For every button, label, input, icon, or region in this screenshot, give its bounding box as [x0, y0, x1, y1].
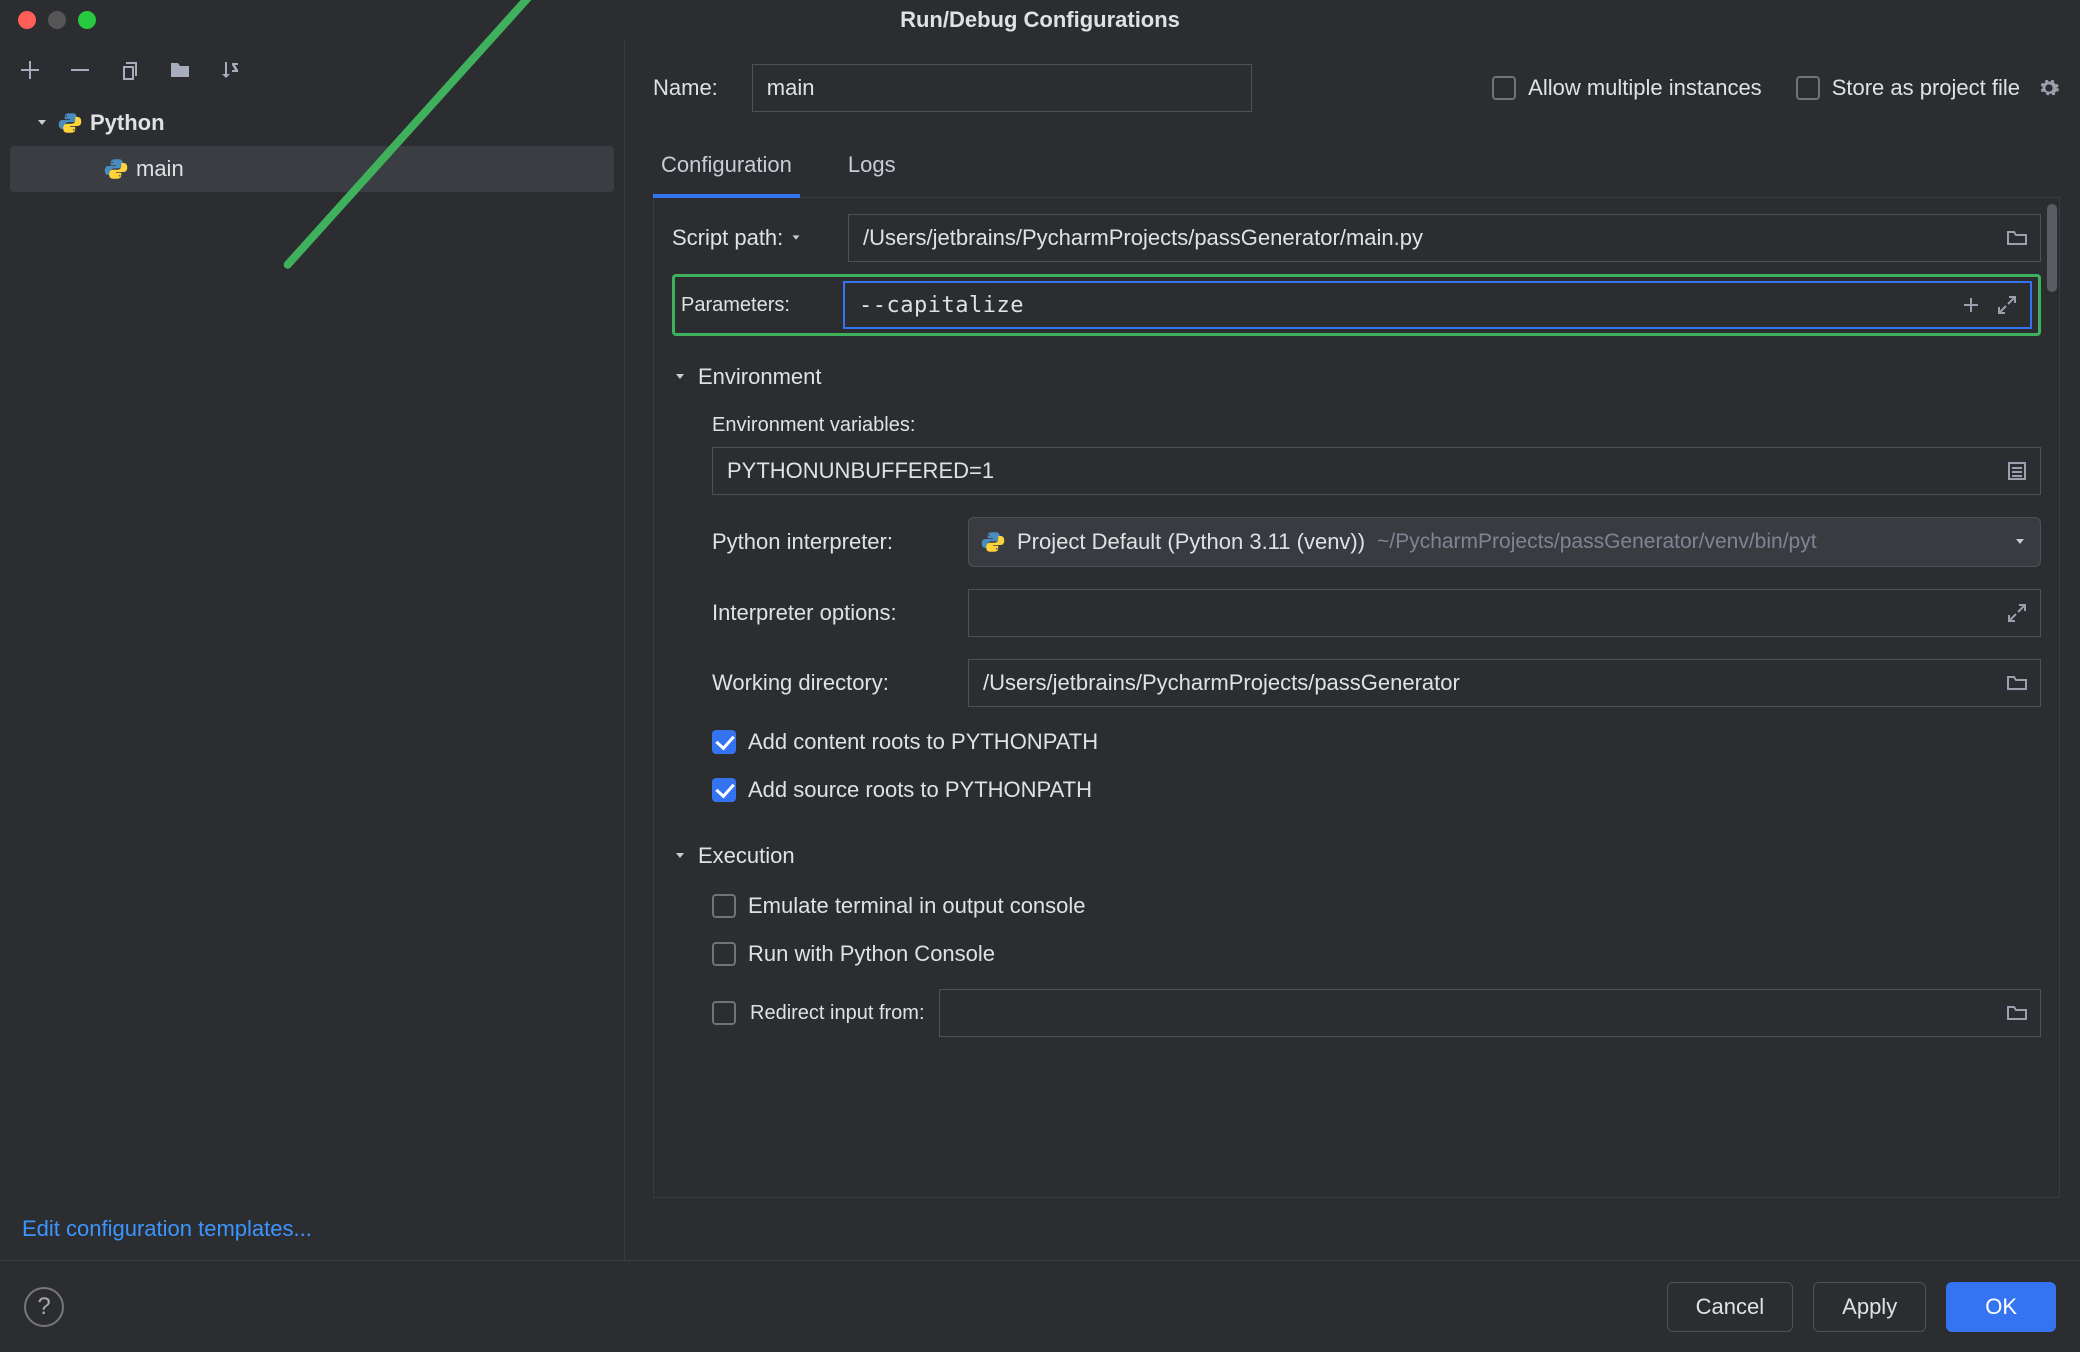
interp-options-input[interactable] [968, 589, 2041, 637]
expand-icon[interactable] [2004, 600, 2030, 626]
env-vars-label: Environment variables: [712, 414, 2041, 437]
tab-logs[interactable]: Logs [840, 138, 904, 197]
edit-templates-link[interactable]: Edit configuration templates... [0, 1206, 624, 1260]
chevron-down-icon [672, 369, 688, 385]
sidebar: Python main Edit configuration templates… [0, 40, 625, 1260]
tree-group-python[interactable]: Python [10, 100, 614, 146]
store-as-project-file-label: Store as project file [1832, 75, 2020, 101]
section-execution[interactable]: Execution [672, 843, 2041, 869]
configuration-panel: Script path: Parameters: [653, 198, 2060, 1198]
ok-button[interactable]: OK [1946, 1282, 2056, 1332]
allow-multiple-checkbox[interactable]: Allow multiple instances [1492, 75, 1762, 101]
plus-icon[interactable] [1958, 292, 1984, 318]
script-path-label: Script path: [672, 225, 783, 251]
working-dir-input[interactable] [968, 659, 2041, 707]
folder-icon[interactable] [2004, 225, 2030, 251]
folder-icon[interactable] [2004, 670, 2030, 696]
sidebar-toolbar [0, 50, 624, 100]
folder-icon[interactable] [2004, 1000, 2030, 1026]
tabs: Configuration Logs [653, 138, 2060, 198]
add-source-roots-label: Add source roots to PYTHONPATH [748, 777, 1092, 803]
emulate-terminal-checkbox[interactable]: Emulate terminal in output console [712, 893, 2041, 919]
chevron-down-icon[interactable] [789, 231, 803, 245]
python-icon [58, 111, 82, 135]
name-input[interactable] [752, 64, 1252, 112]
window-title: Run/Debug Configurations [0, 7, 2080, 33]
tree-item-main[interactable]: main [10, 146, 614, 192]
working-dir-label: Working directory: [712, 670, 952, 696]
name-label: Name: [653, 75, 718, 101]
section-execution-label: Execution [698, 843, 795, 869]
folder-add-icon[interactable] [164, 54, 196, 86]
scrollbar[interactable] [2047, 204, 2057, 292]
copy-icon[interactable] [114, 54, 146, 86]
parameters-input[interactable] [843, 281, 2032, 329]
chevron-down-icon [2012, 534, 2028, 550]
tree-item-label: main [136, 156, 184, 182]
cancel-button[interactable]: Cancel [1667, 1282, 1793, 1332]
add-icon[interactable] [14, 54, 46, 86]
parameters-highlight: Parameters: [672, 274, 2041, 336]
redirect-input-checkbox[interactable] [712, 1001, 736, 1025]
script-path-input[interactable] [848, 214, 2041, 262]
tab-configuration[interactable]: Configuration [653, 138, 800, 198]
redirect-input-path[interactable] [939, 989, 2041, 1037]
add-source-roots-checkbox[interactable]: Add source roots to PYTHONPATH [712, 777, 2041, 803]
bottom-bar: ? Cancel Apply OK [0, 1260, 2080, 1352]
chevron-down-icon [672, 848, 688, 864]
store-as-project-file-checkbox[interactable]: Store as project file [1796, 75, 2060, 101]
section-environment-label: Environment [698, 364, 822, 390]
interpreter-value: Project Default (Python 3.11 (venv)) [1017, 529, 1365, 555]
list-icon[interactable] [2004, 458, 2030, 484]
tree-group-label: Python [90, 110, 165, 136]
help-button[interactable]: ? [24, 1287, 64, 1327]
gear-icon[interactable] [2038, 77, 2060, 99]
interpreter-label: Python interpreter: [712, 529, 952, 555]
allow-multiple-label: Allow multiple instances [1528, 75, 1762, 101]
env-vars-input[interactable] [712, 447, 2041, 495]
redirect-input-label: Redirect input from: [750, 1002, 925, 1025]
sort-az-icon[interactable] [214, 54, 246, 86]
add-content-roots-label: Add content roots to PYTHONPATH [748, 729, 1098, 755]
emulate-terminal-label: Emulate terminal in output console [748, 893, 1086, 919]
expand-icon[interactable] [1994, 292, 2020, 318]
interp-options-label: Interpreter options: [712, 600, 952, 626]
python-icon [981, 530, 1005, 554]
add-content-roots-checkbox[interactable]: Add content roots to PYTHONPATH [712, 729, 2041, 755]
config-tree: Python main [0, 100, 624, 192]
apply-button[interactable]: Apply [1813, 1282, 1926, 1332]
parameters-label: Parameters: [681, 294, 821, 317]
titlebar: Run/Debug Configurations [0, 0, 2080, 40]
python-icon [104, 157, 128, 181]
run-with-console-checkbox[interactable]: Run with Python Console [712, 941, 2041, 967]
content-pane: Name: Allow multiple instances Store as … [625, 40, 2080, 1260]
interpreter-hint: ~/PycharmProjects/passGenerator/venv/bin… [1377, 530, 1816, 554]
remove-icon[interactable] [64, 54, 96, 86]
run-with-console-label: Run with Python Console [748, 941, 995, 967]
section-environment[interactable]: Environment [672, 364, 2041, 390]
interpreter-select[interactable]: Project Default (Python 3.11 (venv)) ~/P… [968, 517, 2041, 567]
